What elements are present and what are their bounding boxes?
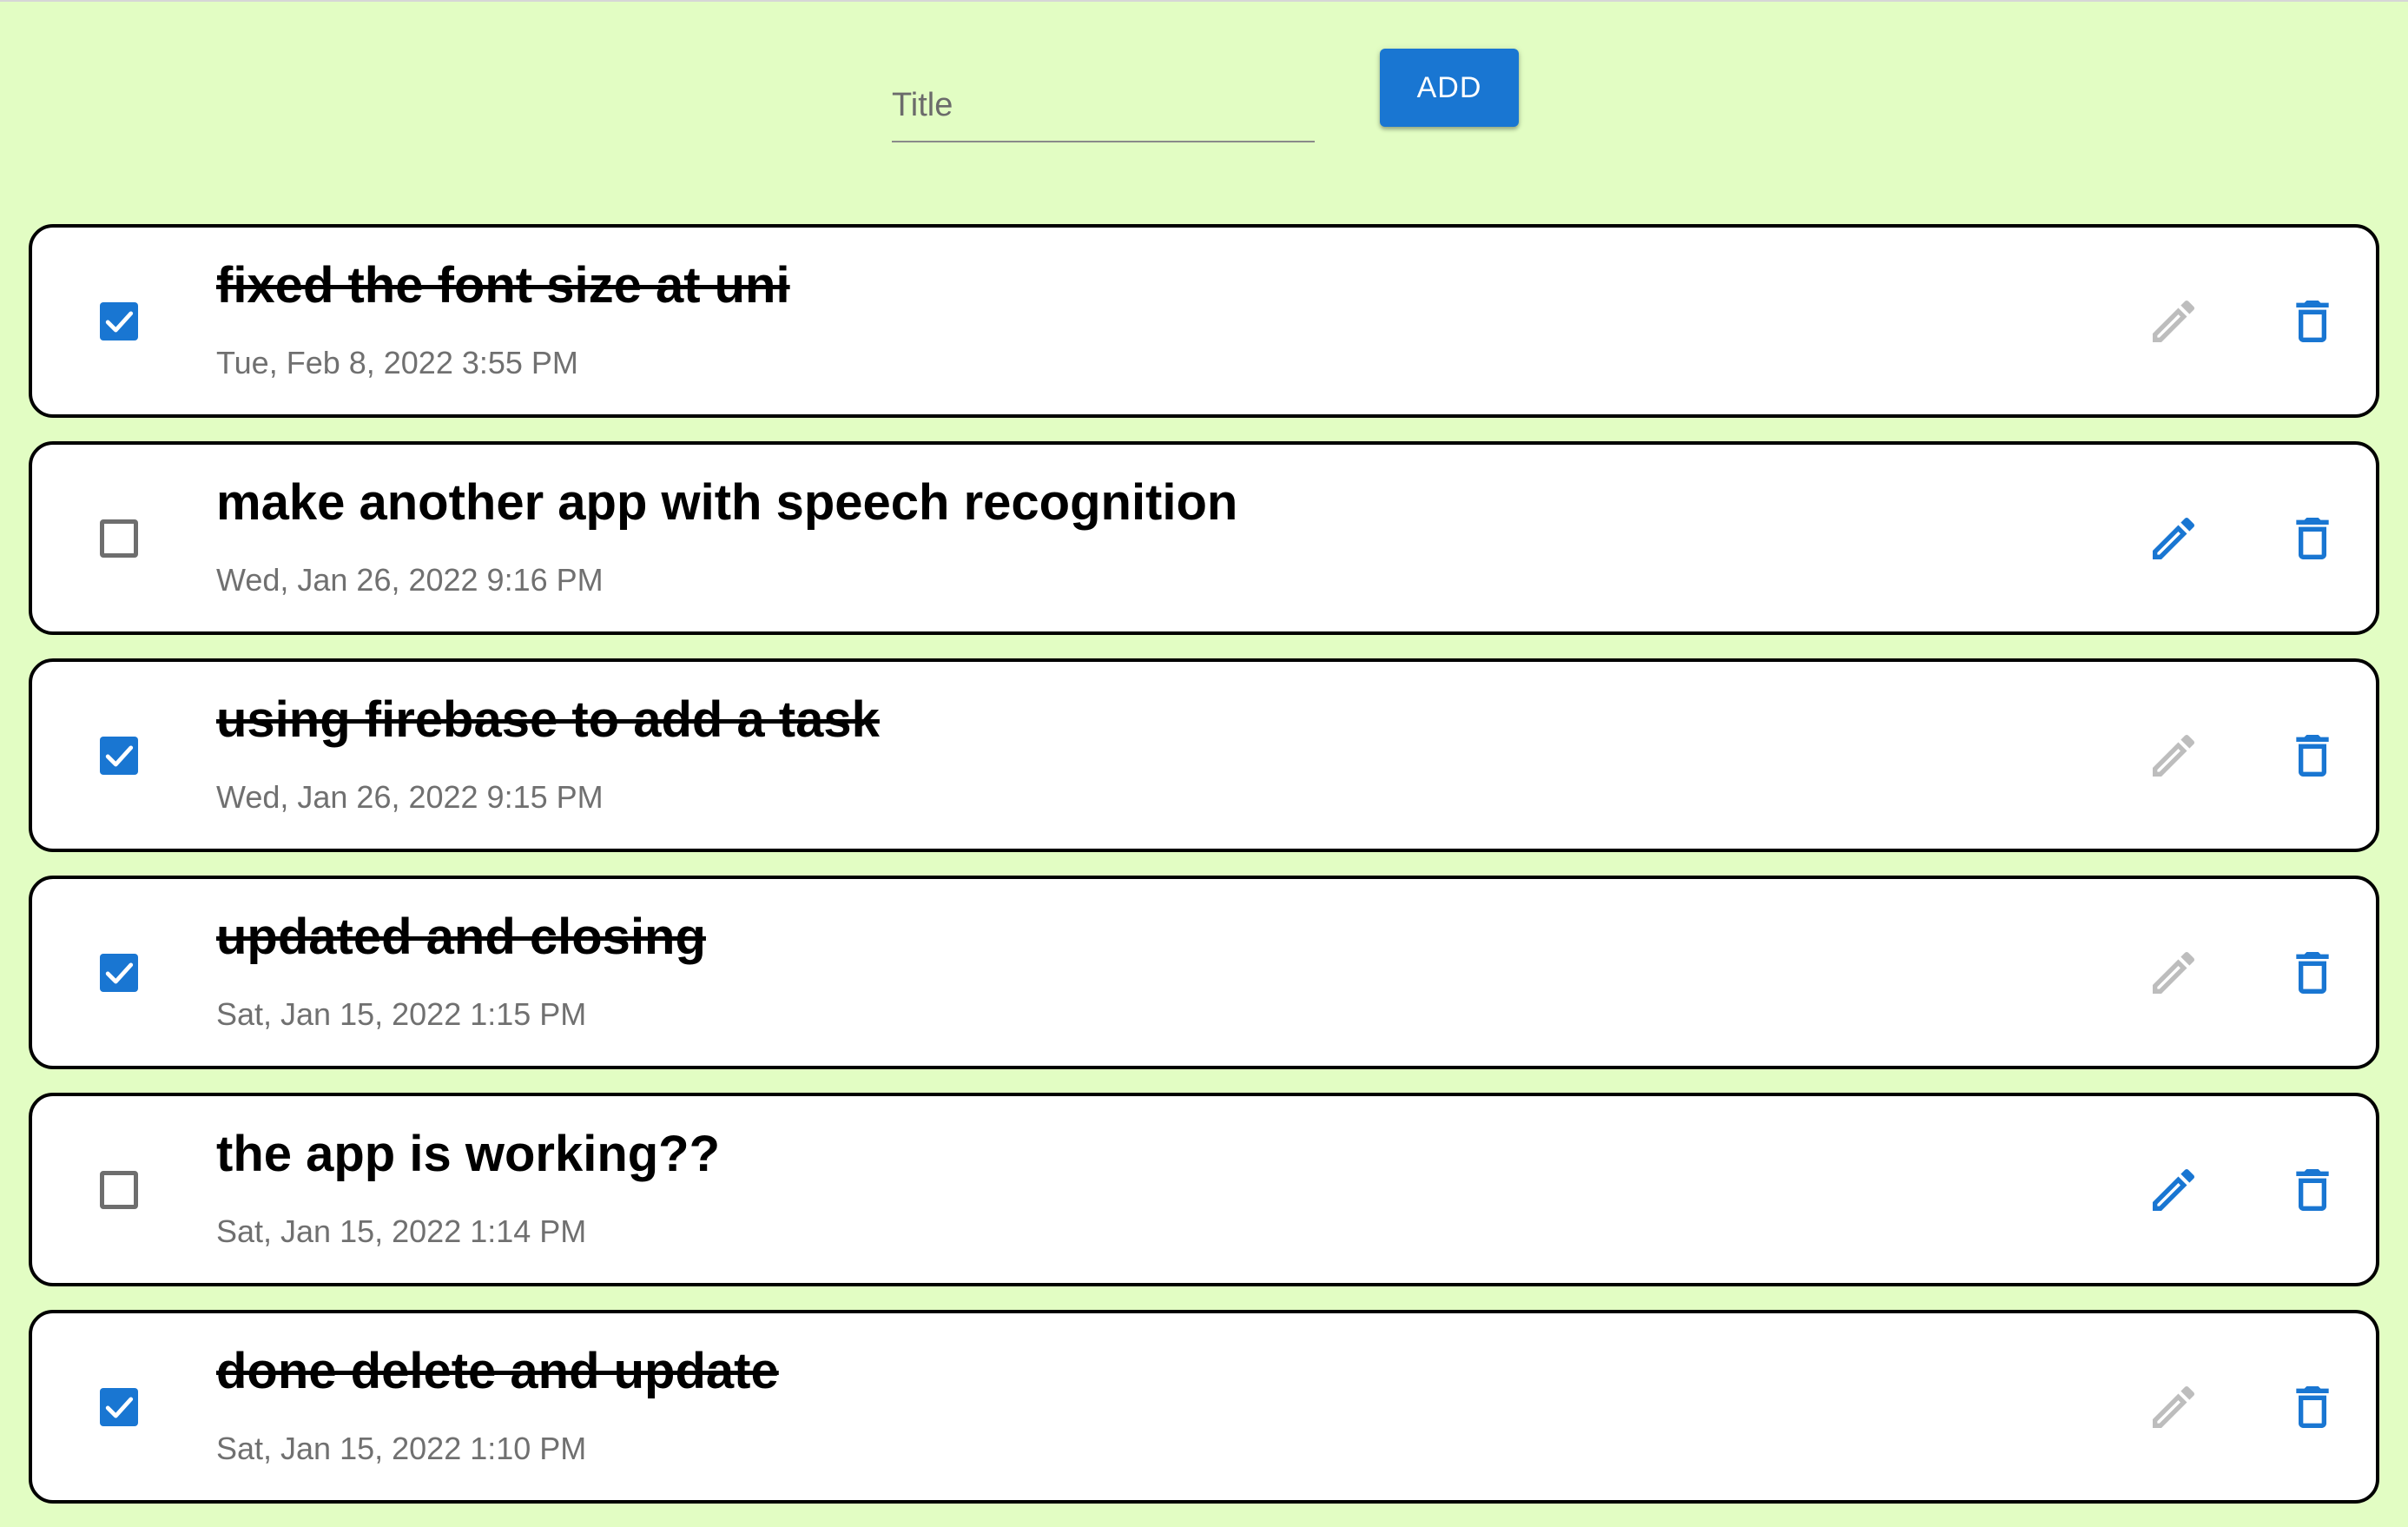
task-card: using firebase to add a task Wed, Jan 26,… xyxy=(29,658,2379,852)
task-title: the app is working?? xyxy=(216,1126,721,1182)
task-title: fixed the font size at uni xyxy=(216,257,790,314)
task-title: done delete and update xyxy=(216,1343,779,1399)
task-checkbox-checked[interactable] xyxy=(100,302,138,340)
task-title: using firebase to add a task xyxy=(216,691,880,748)
task-title: updated and closing xyxy=(216,909,706,965)
delete-button[interactable] xyxy=(2285,728,2340,783)
check-icon xyxy=(105,962,134,984)
edit-button[interactable] xyxy=(2146,1162,2201,1218)
task-checkbox-checked[interactable] xyxy=(100,1388,138,1426)
pencil-icon xyxy=(2153,517,2195,559)
trash-icon xyxy=(2296,1169,2329,1211)
task-title: make another app with speech recognition xyxy=(216,474,1238,531)
check-icon xyxy=(105,1397,134,1418)
trash-icon xyxy=(2296,735,2329,777)
pencil-icon xyxy=(2153,300,2195,342)
trash-icon xyxy=(2296,1386,2329,1428)
task-date: Sat, Jan 15, 2022 1:10 PM xyxy=(216,1431,587,1466)
task-date: Sat, Jan 15, 2022 1:14 PM xyxy=(216,1213,587,1249)
trash-icon xyxy=(2296,952,2329,994)
check-icon xyxy=(105,311,134,333)
task-date: Wed, Jan 26, 2022 9:16 PM xyxy=(216,562,604,598)
task-card: done delete and update Sat, Jan 15, 2022 … xyxy=(29,1310,2379,1504)
edit-button-disabled xyxy=(2146,294,2201,349)
edit-button-disabled xyxy=(2146,945,2201,1001)
pencil-icon xyxy=(2153,951,2195,994)
task-checkbox-checked[interactable] xyxy=(100,954,138,992)
trash-icon xyxy=(2296,301,2329,342)
check-icon xyxy=(105,745,134,767)
task-checkbox-unchecked[interactable] xyxy=(100,519,138,558)
task-date: Sat, Jan 15, 2022 1:15 PM xyxy=(216,996,587,1032)
task-card: the app is working?? Sat, Jan 15, 2022 1:… xyxy=(29,1093,2379,1286)
pencil-icon xyxy=(2153,1168,2195,1211)
delete-button[interactable] xyxy=(2285,511,2340,566)
task-list: fixed the font size at uni Tue, Feb 8, 20… xyxy=(29,224,2379,1527)
task-checkbox-checked[interactable] xyxy=(100,737,138,775)
delete-button[interactable] xyxy=(2285,1379,2340,1435)
add-button[interactable]: ADD xyxy=(1380,49,1519,127)
edit-button-disabled xyxy=(2146,1379,2201,1435)
task-date: Wed, Jan 26, 2022 9:15 PM xyxy=(216,779,604,815)
pencil-icon xyxy=(2153,734,2195,777)
task-card: updated and closing Sat, Jan 15, 2022 1:1… xyxy=(29,876,2379,1069)
task-checkbox-unchecked[interactable] xyxy=(100,1171,138,1209)
delete-button[interactable] xyxy=(2285,1162,2340,1218)
trash-icon xyxy=(2296,518,2329,559)
pencil-icon xyxy=(2153,1385,2195,1428)
add-task-form: ADD xyxy=(0,0,2408,174)
edit-button[interactable] xyxy=(2146,511,2201,566)
title-input[interactable] xyxy=(892,71,1315,139)
title-field xyxy=(892,71,1315,142)
delete-button[interactable] xyxy=(2285,294,2340,349)
task-date: Tue, Feb 8, 2022 3:55 PM xyxy=(216,345,578,380)
task-card: make another app with speech recognition… xyxy=(29,441,2379,635)
task-card: fixed the font size at uni Tue, Feb 8, 20… xyxy=(29,224,2379,418)
edit-button-disabled xyxy=(2146,728,2201,783)
delete-button[interactable] xyxy=(2285,945,2340,1001)
